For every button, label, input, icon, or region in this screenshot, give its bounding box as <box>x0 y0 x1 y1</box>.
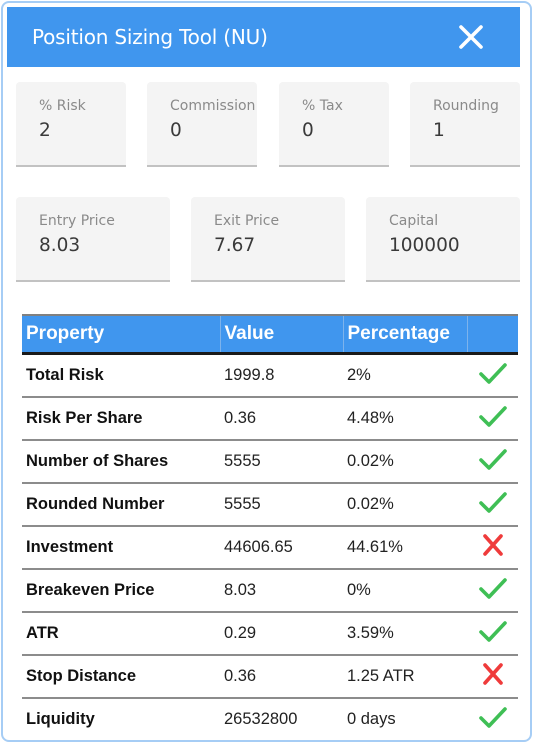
checkmark-icon <box>478 492 507 513</box>
status-cell <box>467 569 518 613</box>
close-icon <box>459 25 483 49</box>
status-cell <box>467 655 518 699</box>
checkmark-icon <box>478 621 507 642</box>
results-table: Property Value Percentage Total Risk 1999… <box>22 314 518 740</box>
value-cell: 0.36 <box>220 397 343 441</box>
percentage-cell: 44.61% <box>343 526 467 570</box>
header-percentage: Percentage <box>343 314 468 355</box>
percentage-cell: 0% <box>343 569 467 613</box>
entry-price-field[interactable]: Entry Price <box>16 197 170 282</box>
dialog-title: Position Sizing Tool (NU) <box>32 25 268 49</box>
risk-percent-field[interactable]: % Risk <box>16 82 126 167</box>
exit-price-field[interactable]: Exit Price <box>191 197 345 282</box>
percentage-cell: 1.25 ATR <box>343 655 467 699</box>
percentage-cell: 3.59% <box>343 612 467 656</box>
table-row: Breakeven Price 8.03 0% <box>22 569 518 613</box>
percentage-cell: 0.02% <box>343 483 467 527</box>
header-value: Value <box>220 314 344 355</box>
field-label: Entry Price <box>39 213 115 229</box>
risk-percent-input[interactable] <box>39 120 126 141</box>
status-cell <box>467 353 518 398</box>
value-cell: 8.03 <box>220 569 343 613</box>
table-row: Total Risk 1999.8 2% <box>22 353 518 398</box>
value-cell: 5555 <box>220 440 343 484</box>
cross-icon <box>482 663 503 685</box>
value-cell: 0.29 <box>220 612 343 656</box>
value-cell: 26532800 <box>220 698 343 740</box>
tax-percent-input[interactable] <box>302 120 389 141</box>
property-cell: ATR <box>22 612 220 656</box>
value-cell: 44606.65 <box>220 526 343 570</box>
percentage-cell: 0 days <box>343 698 467 740</box>
checkmark-icon <box>478 406 507 427</box>
rounding-input[interactable] <box>433 120 520 141</box>
property-cell: Investment <box>22 526 220 570</box>
property-cell: Number of Shares <box>22 440 220 484</box>
field-label: % Tax <box>302 98 343 114</box>
field-label: Rounding <box>433 98 499 114</box>
close-button[interactable] <box>458 24 484 50</box>
status-cell <box>467 526 518 570</box>
percentage-cell: 2% <box>343 353 467 398</box>
tax-percent-field[interactable]: % Tax <box>279 82 389 167</box>
rounding-field[interactable]: Rounding <box>410 82 520 167</box>
position-sizing-dialog: Position Sizing Tool (NU) % Risk Commiss… <box>1 1 532 742</box>
table-row: Number of Shares 5555 0.02% <box>22 440 518 484</box>
percentage-cell: 0.02% <box>343 440 467 484</box>
commission-input[interactable] <box>170 120 257 141</box>
table-row: Risk Per Share 0.36 4.48% <box>22 397 518 441</box>
table-row: Stop Distance 0.36 1.25 ATR <box>22 655 518 699</box>
field-label: Capital <box>389 213 439 229</box>
dialog-header: Position Sizing Tool (NU) <box>7 7 520 67</box>
status-cell <box>467 698 518 740</box>
table-row: ATR 0.29 3.59% <box>22 612 518 656</box>
table-row: Investment 44606.65 44.61% <box>22 526 518 570</box>
status-cell <box>467 397 518 441</box>
value-cell: 0.36 <box>220 655 343 699</box>
percentage-cell: 4.48% <box>343 397 467 441</box>
value-cell: 5555 <box>220 483 343 527</box>
property-cell: Total Risk <box>22 353 220 398</box>
table-row: Liquidity 26532800 0 days <box>22 698 518 740</box>
table-row: Rounded Number 5555 0.02% <box>22 483 518 527</box>
property-cell: Stop Distance <box>22 655 220 699</box>
checkmark-icon <box>478 707 507 728</box>
cross-icon <box>482 534 503 556</box>
checkmark-icon <box>478 363 507 384</box>
property-cell: Risk Per Share <box>22 397 220 441</box>
property-cell: Liquidity <box>22 698 220 740</box>
field-label: % Risk <box>39 98 86 114</box>
table-header-row: Property Value Percentage <box>22 314 518 355</box>
header-property: Property <box>22 314 221 355</box>
property-cell: Rounded Number <box>22 483 220 527</box>
value-cell: 1999.8 <box>220 353 343 398</box>
status-cell <box>467 440 518 484</box>
field-label: Exit Price <box>214 213 280 229</box>
capital-field[interactable]: Capital <box>366 197 520 282</box>
header-status <box>467 314 518 355</box>
field-label: Commission <box>170 98 256 114</box>
property-cell: Breakeven Price <box>22 569 220 613</box>
checkmark-icon <box>478 578 507 599</box>
commission-field[interactable]: Commission <box>147 82 257 167</box>
status-cell <box>467 483 518 527</box>
exit-price-input[interactable] <box>214 235 338 256</box>
status-cell <box>467 612 518 656</box>
capital-input[interactable] <box>389 235 513 256</box>
entry-price-input[interactable] <box>39 235 163 256</box>
checkmark-icon <box>478 449 507 470</box>
